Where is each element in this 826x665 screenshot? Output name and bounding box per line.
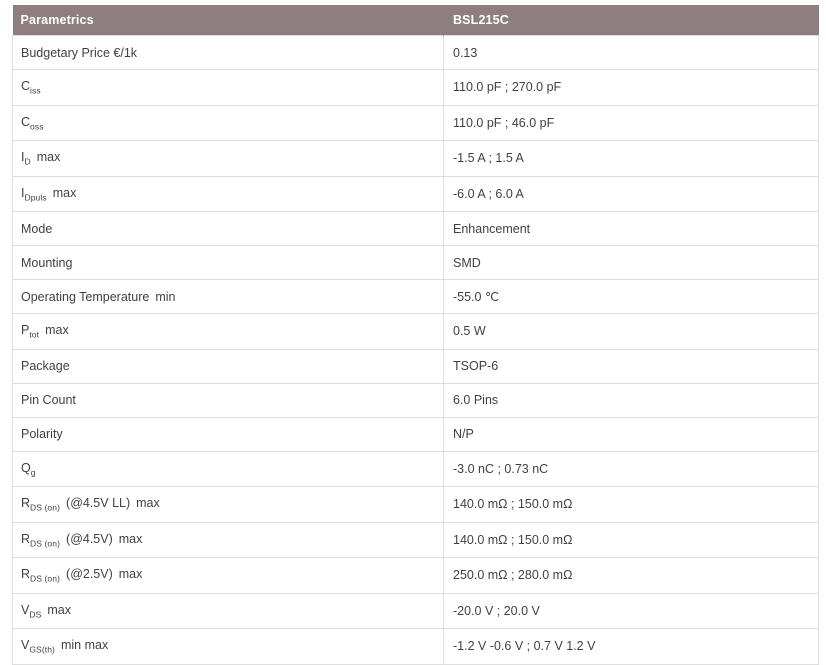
cell-parametric-value: N/P	[443, 416, 819, 452]
cell-parametric-value: TSOP-6	[443, 348, 819, 384]
table-header: Parametrics BSL215C	[12, 5, 819, 36]
parametric-subscript: g	[30, 467, 36, 477]
cell-parametric-name: VDS max	[12, 592, 444, 629]
cell-parametric-name: Mode	[12, 211, 444, 246]
cell-parametric-name: Operating Temperature min	[12, 279, 444, 314]
table-body: Budgetary Price €/1k 0.13 Ciss 110.0 pF ; 2…	[12, 35, 819, 665]
cell-parametric-name: Pin Count	[12, 382, 444, 418]
table-row: Budgetary Price €/1k 0.13	[12, 35, 819, 70]
table-row: Qg -3.0 nC ; 0.73 nC	[12, 450, 819, 487]
table-row: Pin Count 6.0 Pins	[12, 382, 819, 418]
table-row: ID max -1.5 A ; 1.5 A	[12, 140, 819, 177]
table-row: RDS (on) (@4.5V) max 140.0 mΩ ; 150.0 mΩ	[12, 521, 819, 558]
cell-parametric-name: Package	[12, 348, 444, 384]
cell-parametric-value: 140.0 mΩ ; 150.0 mΩ	[443, 486, 819, 523]
cell-parametric-value: 110.0 pF ; 270.0 pF	[443, 69, 819, 106]
parametric-symbol: Mode	[21, 221, 53, 236]
parametric-condition: (@4.5V LL)	[66, 496, 131, 510]
parametric-symbol: Package	[21, 359, 70, 373]
table-row: Operating Temperature min -55.0 ℃	[12, 279, 819, 314]
parametric-symbol: Mounting	[21, 255, 73, 270]
cell-parametric-value: 0.5 W	[443, 313, 819, 350]
table-row: VDS max -20.0 V ; 20.0 V	[12, 592, 819, 629]
parametric-qualifier: max	[45, 323, 69, 337]
column-header-part-number[interactable]: BSL215C	[443, 5, 819, 36]
cell-parametric-name: ID max	[12, 140, 444, 177]
parametric-condition: (@4.5V)	[66, 531, 113, 546]
parametric-symbol: R	[21, 531, 31, 546]
parametric-symbol: Operating Temperature	[21, 289, 150, 304]
parametric-subscript: DS (on)	[30, 573, 61, 584]
parametric-symbol: C	[21, 114, 31, 129]
parametric-qualifier: max	[118, 531, 143, 546]
table-row: RDS (on) (@4.5V LL) max 140.0 mΩ ; 150.0 mΩ	[12, 486, 819, 523]
column-header-parametrics[interactable]: Parametrics	[12, 5, 444, 36]
parametric-qualifier: min max	[60, 638, 109, 652]
table-row: Polarity N/P	[12, 416, 819, 452]
cell-parametric-value: 0.13	[443, 35, 819, 70]
parametric-subscript: oss	[30, 121, 44, 131]
cell-parametric-name: RDS (on) (@4.5V LL) max	[12, 486, 444, 523]
table-row: Coss 110.0 pF ; 46.0 pF	[12, 104, 819, 141]
cell-parametric-name: Mounting	[12, 245, 444, 280]
parametric-qualifier: max	[136, 496, 160, 510]
cell-parametric-name: RDS (on) (@4.5V) max	[12, 521, 444, 558]
cell-parametric-value: -6.0 A ; 6.0 A	[443, 175, 819, 212]
table-row: RDS (on) (@2.5V) max 250.0 mΩ ; 280.0 mΩ	[12, 557, 819, 594]
parametric-symbol: Pin Count	[21, 393, 76, 407]
parametric-condition: (@2.5V)	[66, 567, 113, 581]
table-row: VGS(th) min max -1.2 V -0.6 V ; 0.7 V 1.2 …	[12, 628, 819, 665]
cell-parametric-value: Enhancement	[443, 211, 819, 246]
parametric-subscript: DS (on)	[30, 538, 61, 548]
parametric-subscript: iss	[30, 85, 41, 96]
parametric-qualifier: min	[155, 289, 176, 304]
parametric-subscript: DS	[29, 609, 42, 619]
cell-parametric-name: Polarity	[12, 416, 444, 452]
parametric-subscript: D	[24, 156, 31, 167]
cell-parametric-value: -1.2 V -0.6 V ; 0.7 V 1.2 V	[443, 628, 819, 665]
parametric-symbol: C	[21, 79, 31, 93]
cell-parametric-value: -3.0 nC ; 0.73 nC	[443, 450, 819, 487]
table-row: Package TSOP-6	[12, 348, 819, 384]
parametric-subscript: DS (on)	[30, 502, 61, 513]
table-header-row: Parametrics BSL215C	[12, 5, 819, 36]
parametric-qualifier: max	[36, 150, 61, 164]
parametric-symbol: Q	[21, 460, 31, 475]
parametrics-table: Parametrics BSL215C Budgetary Price €/1k…	[12, 5, 819, 665]
cell-parametric-value: 140.0 mΩ ; 150.0 mΩ	[443, 521, 819, 558]
cell-parametric-name: Ciss	[12, 69, 444, 106]
parametric-qualifier: max	[118, 567, 143, 581]
parametric-subscript: tot	[29, 329, 40, 340]
table-row: Mounting SMD	[12, 245, 819, 280]
cell-parametric-value: SMD	[443, 245, 819, 280]
parametric-subscript: Dpuls	[24, 192, 47, 202]
cell-parametric-name: IDpuls max	[12, 175, 444, 212]
parametric-subscript: GS(th)	[29, 644, 55, 655]
cell-parametric-name: Budgetary Price €/1k	[12, 35, 444, 70]
cell-parametric-value: 110.0 pF ; 46.0 pF	[443, 104, 819, 141]
parametric-symbol: Polarity	[21, 427, 63, 441]
cell-parametric-value: 250.0 mΩ ; 280.0 mΩ	[443, 557, 819, 594]
cell-parametric-value: 6.0 Pins	[443, 382, 819, 418]
cell-parametric-value: -20.0 V ; 20.0 V	[443, 592, 819, 629]
table-row: IDpuls max -6.0 A ; 6.0 A	[12, 175, 819, 212]
parametric-symbol: R	[21, 496, 31, 510]
table-row: Ciss 110.0 pF ; 270.0 pF	[12, 69, 819, 106]
table-row: Mode Enhancement	[12, 211, 819, 246]
parametrics-page: Parametrics BSL215C Budgetary Price €/1k…	[0, 0, 826, 665]
cell-parametric-name: Ptot max	[12, 313, 444, 350]
cell-parametric-name: VGS(th) min max	[12, 628, 444, 665]
cell-parametric-name: Coss	[12, 104, 444, 141]
table-row: Ptot max 0.5 W	[12, 313, 819, 350]
parametric-symbol: Budgetary Price €/1k	[21, 45, 138, 60]
parametric-qualifier: max	[47, 602, 71, 617]
cell-parametric-name: Qg	[12, 450, 444, 487]
cell-parametric-value: -55.0 ℃	[443, 279, 819, 314]
parametric-qualifier: max	[52, 185, 77, 200]
cell-parametric-value: -1.5 A ; 1.5 A	[443, 140, 819, 177]
parametric-symbol: R	[21, 567, 31, 581]
cell-parametric-name: RDS (on) (@2.5V) max	[12, 557, 444, 594]
